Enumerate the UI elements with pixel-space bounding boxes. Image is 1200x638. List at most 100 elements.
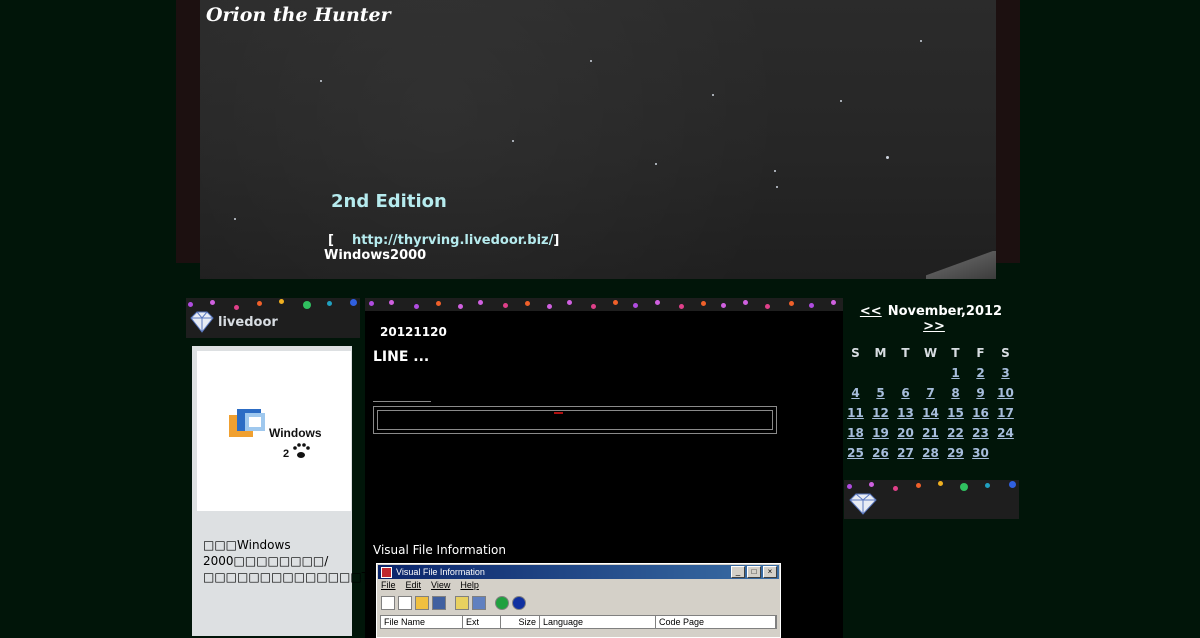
livedoor-widget-header[interactable]: livedoor — [189, 311, 278, 333]
site-title[interactable]: Orion the Hunter — [206, 4, 391, 26]
right-dot-strip — [844, 480, 1019, 519]
calendar-day-link[interactable]: 17 — [997, 406, 1014, 420]
calendar-day-link[interactable]: 14 — [922, 406, 939, 420]
calendar-day-link[interactable]: 18 — [847, 426, 864, 440]
site-url-link[interactable]: http://thyrving.livedoor.biz/ — [352, 233, 553, 248]
save-icon — [432, 596, 446, 610]
calendar-day-link[interactable]: 21 — [922, 426, 939, 440]
os-label: Windows2000 — [324, 248, 427, 263]
app-icon — [381, 566, 392, 578]
post-underline-link[interactable] — [373, 392, 431, 402]
post-title[interactable]: LINE ... — [373, 349, 429, 365]
calendar-day-link[interactable]: 20 — [897, 426, 914, 440]
calendar-day-cell: 9 — [968, 383, 993, 403]
calendar-day-link[interactable]: 19 — [872, 426, 889, 440]
calendar-day-cell: 30 — [968, 443, 993, 463]
calendar-day-link[interactable]: 10 — [997, 386, 1014, 400]
col-file-name: File Name — [381, 616, 463, 628]
calendar-prev-link[interactable]: << — [860, 304, 882, 319]
file-list-header: File Name Ext Size Language Code Page — [380, 615, 777, 629]
calendar-day-link[interactable]: 4 — [851, 386, 859, 400]
col-code-page: Code Page — [656, 616, 776, 628]
calendar-day-cell: 14 — [918, 403, 943, 423]
calendar-day-link[interactable]: 2 — [976, 366, 984, 380]
calendar-day-cell — [893, 363, 918, 383]
calendar-day-link[interactable]: 5 — [876, 386, 884, 400]
menu-view: View — [431, 580, 451, 590]
calendar-day-link[interactable]: 6 — [901, 386, 909, 400]
diamond-gem-icon — [190, 311, 214, 333]
calendar-day-cell: 1 — [943, 363, 968, 383]
settings-icon — [455, 596, 469, 610]
calendar-day-link[interactable]: 15 — [947, 406, 964, 420]
header-starfield-image — [200, 0, 996, 279]
calendar-day-link[interactable]: 29 — [947, 446, 964, 460]
windows2000-logo-image[interactable]: Windows 2 — [197, 351, 351, 511]
calendar-day-cell: 12 — [868, 403, 893, 423]
calendar-weekday: T — [951, 346, 960, 360]
url-bracket-close: ] — [553, 233, 560, 248]
windows-logo-icon: Windows 2 — [229, 409, 322, 460]
calendar-day-cell: 2 — [968, 363, 993, 383]
maximize-icon: □ — [747, 566, 761, 578]
main-dot-strip — [365, 298, 843, 311]
visual-file-information-screenshot[interactable]: Visual File Information _ □ × File Edit … — [376, 563, 781, 638]
calendar-day-link[interactable]: 13 — [897, 406, 914, 420]
window-menubar: File Edit View Help — [381, 580, 479, 590]
menu-help: Help — [460, 580, 479, 590]
calendar-day-cell: 13 — [893, 403, 918, 423]
calendar-day-cell: 10 — [993, 383, 1018, 403]
calendar-weekday: S — [1001, 346, 1010, 360]
calendar-day-cell: 11 — [843, 403, 868, 423]
logo-windows-text: Windows — [269, 426, 322, 440]
calendar-day-link[interactable]: 30 — [972, 446, 989, 460]
minimize-icon: _ — [731, 566, 745, 578]
site-url-line: [http://thyrving.livedoor.biz/] — [328, 233, 559, 248]
calendar-day-link[interactable]: 12 — [872, 406, 889, 420]
close-icon: × — [763, 566, 777, 578]
calendar-day-link[interactable]: 23 — [972, 426, 989, 440]
calendar-day-cell: 27 — [893, 443, 918, 463]
calendar-header: << November,2012 >> — [849, 304, 1019, 334]
calendar-day-link[interactable]: 25 — [847, 446, 864, 460]
calendar-day-link[interactable]: 7 — [926, 386, 934, 400]
calendar-day-link[interactable]: 16 — [972, 406, 989, 420]
calendar-day-link[interactable]: 28 — [922, 446, 939, 460]
calendar-day-link[interactable]: 8 — [951, 386, 959, 400]
calendar-day-link[interactable]: 27 — [897, 446, 914, 460]
post-embed-mark — [554, 412, 563, 414]
calendar-day-link[interactable]: 3 — [1001, 366, 1009, 380]
calendar-month: November,2012 — [887, 304, 1003, 319]
calendar-next-link[interactable]: >> — [923, 319, 945, 334]
open-folder-icon — [415, 596, 429, 610]
col-language: Language — [540, 616, 656, 628]
calendar-day-cell: 28 — [918, 443, 943, 463]
new-file-icon — [398, 596, 412, 610]
calendar-grid: S M T W T F S 1 2 3 4 5 6 7 8 9 10 11 12 13 14 15 16 17 18 19 20 21… — [843, 343, 1018, 463]
post-embed-inner — [377, 410, 773, 430]
calendar-day-cell: 26 — [868, 443, 893, 463]
calendar-day-cell — [868, 363, 893, 383]
calendar-day-link[interactable]: 1 — [951, 366, 959, 380]
calendar-weekday: M — [874, 346, 887, 360]
window-toolbar — [381, 596, 526, 610]
calendar-day-cell: 6 — [893, 383, 918, 403]
calendar-day-cell: 18 — [843, 423, 868, 443]
calendar-day-cell: 16 — [968, 403, 993, 423]
calendar-day-link[interactable]: 26 — [872, 446, 889, 460]
calendar-day-link[interactable]: 11 — [847, 406, 864, 420]
calendar-day-link[interactable]: 24 — [997, 426, 1014, 440]
calendar-day-link[interactable]: 9 — [976, 386, 984, 400]
calendar-day-cell: 20 — [893, 423, 918, 443]
calendar-day-cell: 17 — [993, 403, 1018, 423]
calendar-weekday: F — [976, 346, 985, 360]
calendar-day-cell: 21 — [918, 423, 943, 443]
calendar-week-row: 4 5 6 7 8 9 10 — [843, 383, 1018, 403]
calendar-day-link[interactable]: 22 — [947, 426, 964, 440]
menu-file: File — [381, 580, 396, 590]
diamond-gem-icon — [849, 493, 877, 515]
calendar-day-cell: 4 — [843, 383, 868, 403]
calendar-day-cell: 24 — [993, 423, 1018, 443]
calendar-day-cell: 29 — [943, 443, 968, 463]
post-embed-box — [373, 406, 777, 434]
